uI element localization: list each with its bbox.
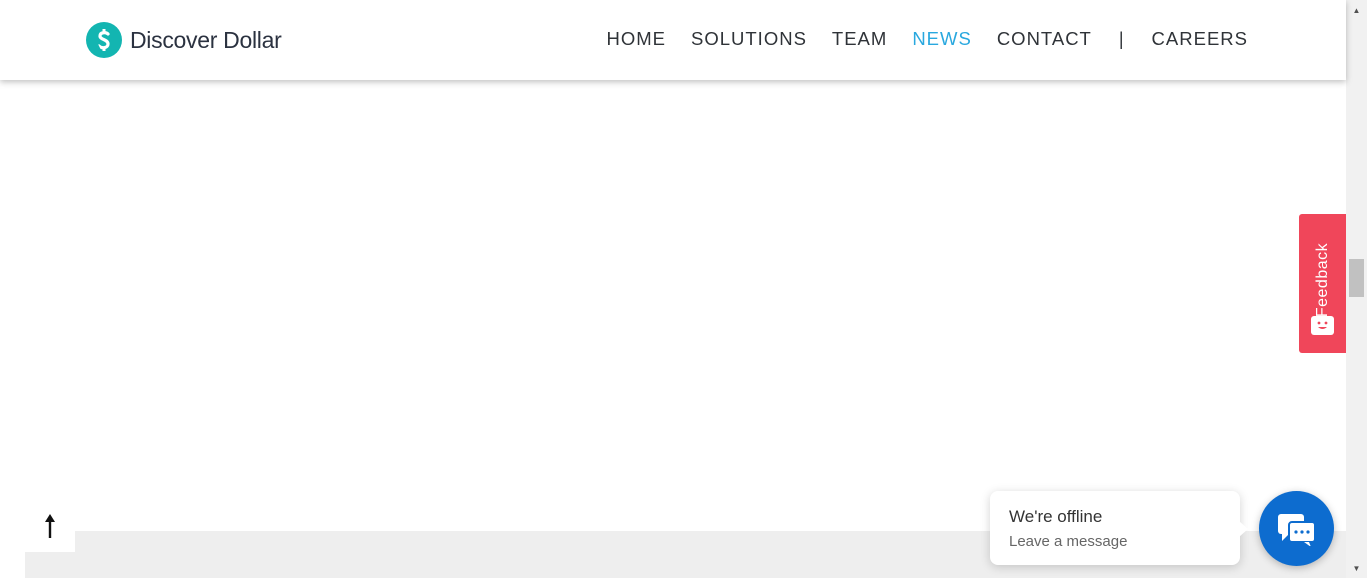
main-nav: HOME SOLUTIONS TEAM NEWS CONTACT | CAREE…: [582, 28, 1249, 50]
site-header: Discover Dollar HOME SOLUTIONS TEAM NEWS…: [0, 0, 1346, 80]
arrow-up-icon: [44, 513, 56, 544]
chat-status: We're offline: [1009, 507, 1103, 526]
smiley-icon: [1311, 316, 1334, 340]
nav-separator: |: [1118, 28, 1124, 49]
nav-news[interactable]: NEWS: [912, 28, 972, 50]
dollar-logo-icon: [86, 22, 122, 58]
scroll-down-arrow-icon[interactable]: ▼: [1346, 560, 1367, 576]
scroll-up-arrow-icon[interactable]: ▲: [1346, 2, 1367, 18]
nav-home[interactable]: HOME: [607, 28, 667, 50]
nav-careers[interactable]: CAREERS: [1152, 28, 1248, 50]
back-to-top-button[interactable]: [25, 505, 75, 552]
chat-leave-message: Leave a message: [1009, 533, 1128, 550]
feedback-tab[interactable]: Feedback: [1299, 214, 1346, 353]
nav-solutions[interactable]: SOLUTIONS: [691, 28, 807, 50]
brand-name: Discover Dollar: [130, 26, 282, 53]
page-scrollbar[interactable]: ▲ ▼: [1346, 0, 1367, 578]
scrollbar-thumb[interactable]: [1349, 259, 1364, 297]
nav-contact[interactable]: CONTACT: [997, 28, 1092, 50]
feedback-label: Feedback: [1313, 242, 1331, 318]
chat-launcher-button[interactable]: [1259, 491, 1334, 566]
chat-status-bubble[interactable]: We're offline Leave a message: [990, 491, 1248, 565]
logo[interactable]: Discover Dollar: [86, 21, 282, 59]
nav-team[interactable]: TEAM: [832, 28, 887, 50]
